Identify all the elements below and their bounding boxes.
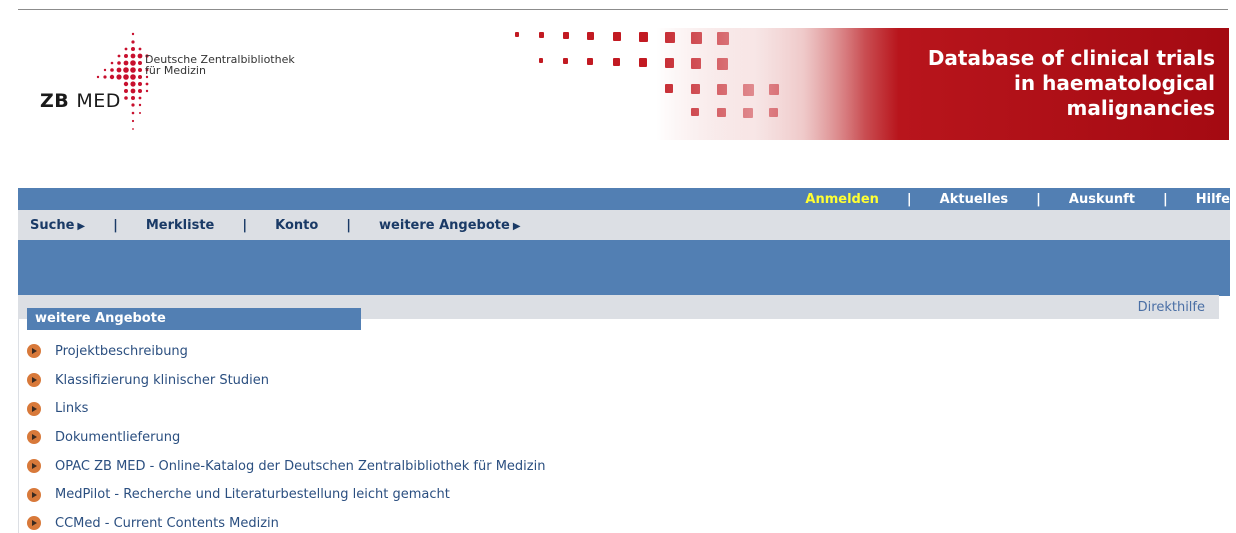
nav-more-offers[interactable]: weitere Angebote ▶: [379, 218, 520, 233]
nav-blue-area: Anmelden | Aktuelles | Auskunft | Hilfe: [18, 188, 1230, 296]
nav-watchlist[interactable]: Merkliste: [146, 218, 215, 233]
list-item[interactable]: Projektbeschreibung: [27, 337, 545, 366]
info-link[interactable]: Auskunft: [1069, 192, 1135, 207]
logo-abbreviation: ZB MED: [40, 90, 121, 112]
list-item[interactable]: CCMed - Current Contents Medizin: [27, 509, 545, 533]
top-nav: Anmelden | Aktuelles | Auskunft | Hilfe: [805, 191, 1230, 207]
bullet-arrow-icon: [27, 401, 41, 416]
bullet-arrow-icon: [27, 516, 41, 531]
header-banner: Database of clinical trials in haematolo…: [495, 28, 1229, 140]
logo-dots-icon: [96, 32, 149, 130]
main-nav: Suche ▶ | Merkliste | Konto | weitere Ang…: [18, 210, 1230, 240]
list-item[interactable]: MedPilot - Recherche und Literaturbestel…: [27, 480, 545, 509]
top-divider: [18, 9, 1228, 10]
help-link[interactable]: Hilfe: [1196, 192, 1230, 207]
main-content: Direkthilfe weitere Angebote Projektbesc…: [18, 295, 1219, 533]
banner-title: Database of clinical trials in haematolo…: [927, 46, 1215, 120]
bullet-arrow-icon: [27, 373, 41, 388]
bullet-arrow-icon: [27, 344, 41, 359]
arrow-right-icon: ▶: [77, 220, 86, 232]
section-title: weitere Angebote: [27, 308, 361, 330]
nav-account[interactable]: Konto: [275, 218, 318, 233]
direct-help-link[interactable]: Direkthilfe: [1138, 300, 1205, 315]
zbmed-logo[interactable]: ZB MED Deutsche Zentralbibliothek für Me…: [40, 28, 320, 138]
list-item[interactable]: Dokumentlieferung: [27, 423, 545, 452]
offers-list: Projektbeschreibung Klassifizierung klin…: [27, 337, 545, 533]
logo-line2: für Medizin: [145, 64, 206, 77]
arrow-right-icon: ▶: [512, 220, 521, 232]
list-item[interactable]: OPAC ZB MED - Online-Katalog der Deutsch…: [27, 452, 545, 481]
list-item[interactable]: Klassifizierung klinischer Studien: [27, 366, 545, 395]
list-item[interactable]: Links: [27, 394, 545, 423]
bullet-arrow-icon: [27, 430, 41, 445]
bullet-arrow-icon: [27, 487, 41, 502]
login-link[interactable]: Anmelden: [805, 192, 879, 207]
nav-search[interactable]: Suche ▶: [30, 218, 85, 233]
news-link[interactable]: Aktuelles: [940, 192, 1008, 207]
bullet-arrow-icon: [27, 459, 41, 474]
